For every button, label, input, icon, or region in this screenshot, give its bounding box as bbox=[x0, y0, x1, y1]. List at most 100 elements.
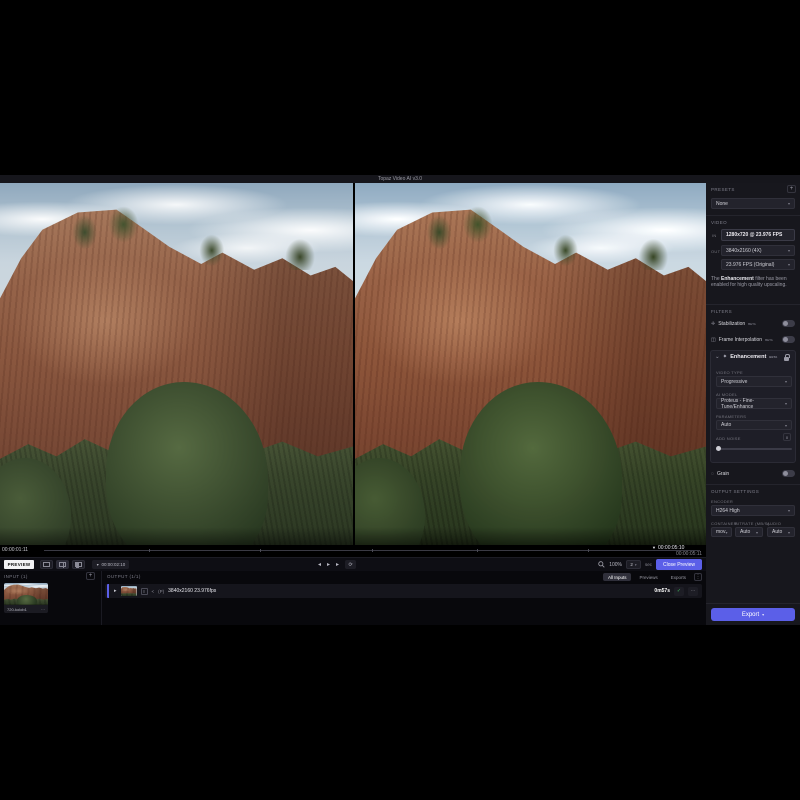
bitrate-label: BITRATE (MB/S) bbox=[735, 521, 769, 526]
timeline-track[interactable] bbox=[44, 550, 700, 551]
preview-marker: (P) bbox=[158, 589, 164, 594]
chevron-down-icon: ▾ bbox=[785, 423, 787, 428]
grain-toggle[interactable] bbox=[782, 470, 795, 477]
preview-button[interactable]: PREVIEW bbox=[4, 560, 34, 569]
tab-exports[interactable]: Exports bbox=[666, 573, 691, 581]
add-input-button[interactable]: + bbox=[86, 572, 95, 580]
transport-right-controls: 100% 2 ▾ sec Close Preview bbox=[598, 559, 702, 570]
out-label: OUT bbox=[711, 249, 720, 254]
add-preset-button[interactable]: + bbox=[787, 185, 796, 193]
ridge-vegetation bbox=[355, 205, 706, 270]
resolution-select[interactable]: 3840x2160 (4X) ▾ bbox=[721, 245, 795, 256]
video-frame-preview bbox=[355, 183, 706, 545]
playhead-icon: ▼ bbox=[652, 545, 656, 551]
tab-all-inputs[interactable]: All Inputs bbox=[603, 573, 632, 581]
transport-bar: PREVIEW ▼ 00:00:02:10 ◂ ▸ ▸ ⟳ 100% 2 ▾ s… bbox=[0, 557, 706, 571]
toggle-knob bbox=[783, 471, 788, 476]
kebab-menu-icon[interactable]: ⋮ bbox=[694, 573, 702, 581]
video-pane-preview[interactable] bbox=[355, 183, 706, 545]
parameters-select[interactable]: Auto ▾ bbox=[716, 420, 792, 430]
source-info[interactable]: 1280x720 @ 23.976 FPS bbox=[721, 229, 795, 241]
grain-icon: ◌ bbox=[711, 471, 714, 477]
chevron-down-icon: ▾ bbox=[635, 563, 637, 567]
input-clip-card[interactable]: 720-kolob1 ⋯ bbox=[4, 583, 48, 613]
framerate-select[interactable]: 23.976 FPS (Original) ▾ bbox=[721, 259, 795, 270]
zoom-icon[interactable] bbox=[598, 561, 605, 568]
toggle-knob bbox=[783, 321, 788, 326]
tab-previews[interactable]: Previews bbox=[634, 573, 662, 581]
stabilization-toggle[interactable] bbox=[782, 320, 795, 327]
stabilization-icon: ✛ bbox=[711, 321, 715, 327]
preview-duration-select[interactable]: 2 ▾ bbox=[626, 560, 641, 569]
row-expander-icon[interactable]: ▸ bbox=[114, 588, 117, 594]
divider bbox=[706, 484, 800, 485]
output-row[interactable]: ▸ ≡ < (P) 3840x2160 23.976fps 0m57s ✓ ⋯ bbox=[105, 584, 702, 598]
resolution-value: 3840x2160 (4X) bbox=[726, 248, 762, 254]
container-select[interactable]: mov ▾ bbox=[711, 527, 732, 537]
video-pane-original[interactable] bbox=[0, 183, 353, 545]
parameters-value: Auto bbox=[721, 422, 731, 428]
bitrate-value: Auto bbox=[740, 529, 750, 535]
encoder-select[interactable]: H264 High ▾ bbox=[711, 505, 795, 516]
collapse-chevron-icon[interactable]: ⌄ bbox=[715, 354, 720, 360]
view-mode-split-button[interactable] bbox=[56, 560, 69, 569]
marker-down-icon: ▼ bbox=[96, 563, 99, 567]
loop-button[interactable]: ⟳ bbox=[345, 560, 356, 569]
encoder-value: H264 High bbox=[716, 508, 740, 514]
ai-model-select[interactable]: Proteus - Fine-Tune/Enhance ▾ bbox=[716, 398, 792, 409]
trim-time-chip[interactable]: ▼ 00:00:02:10 bbox=[92, 560, 129, 569]
enhancement-title: Enhancement bbox=[730, 354, 766, 360]
slider-thumb[interactable] bbox=[716, 446, 721, 451]
video-frame-original bbox=[0, 183, 353, 545]
enhancement-icon: ✦ bbox=[723, 354, 728, 360]
timeline-tick bbox=[260, 549, 261, 552]
clip-name: 720-kolob1 bbox=[7, 607, 27, 612]
play-button[interactable]: ▸ bbox=[327, 561, 330, 568]
chevron-down-icon: ▾ bbox=[756, 530, 758, 535]
video-type-label: VIDEO TYPE bbox=[716, 370, 743, 375]
container-value: mov bbox=[716, 529, 725, 535]
row-menu-icon[interactable]: ⋯ bbox=[688, 587, 698, 596]
zoom-level[interactable]: 100% bbox=[609, 562, 622, 568]
timeline[interactable]: 00:00:01:11 ▼ 00:00:05:10 00:00:05:11 bbox=[0, 545, 706, 557]
foreground-tree bbox=[17, 595, 37, 605]
frame-interpolation-icon: ◫ bbox=[711, 337, 716, 343]
preview-duration-value: 2 bbox=[630, 562, 633, 567]
input-clip-thumbnail bbox=[4, 583, 48, 605]
clip-menu-icon[interactable]: ⋯ bbox=[41, 607, 45, 612]
bitrate-select[interactable]: Auto ▾ bbox=[735, 527, 763, 537]
chevron-down-icon: ▾ bbox=[785, 401, 787, 406]
divider bbox=[706, 603, 800, 604]
preset-select[interactable]: None ▾ bbox=[711, 198, 795, 209]
export-button[interactable]: Export ▾ bbox=[711, 608, 795, 621]
close-preview-button[interactable]: Close Preview bbox=[656, 559, 702, 570]
add-noise-value-box[interactable]: 0 bbox=[783, 433, 791, 441]
add-noise-slider[interactable] bbox=[716, 448, 792, 450]
frame-interpolation-toggle[interactable] bbox=[782, 336, 795, 343]
app-window: Topaz Video AI v3.0 PRESETS + None ▾ bbox=[0, 175, 800, 625]
chevron-down-icon: ▾ bbox=[785, 379, 787, 384]
add-noise-label: ADD NOISE bbox=[716, 436, 741, 441]
next-frame-button[interactable]: ▸ bbox=[336, 561, 339, 568]
trim-timecode: 00:00:02:10 bbox=[101, 562, 125, 567]
video-type-select[interactable]: Progressive ▾ bbox=[716, 376, 792, 387]
enhancement-note: The Enhancement filter has been enabled … bbox=[711, 276, 795, 288]
filter-badge-icon: ≡ bbox=[141, 588, 148, 595]
audio-select[interactable]: Auto ▾ bbox=[767, 527, 795, 537]
view-mode-side-by-side-button[interactable] bbox=[72, 560, 85, 569]
divider bbox=[706, 215, 800, 216]
timeline-tick bbox=[372, 549, 373, 552]
previous-frame-button[interactable]: ◂ bbox=[318, 561, 321, 568]
ai-model-label: AI MODEL bbox=[716, 392, 738, 397]
output-duration: 0m57s bbox=[654, 588, 670, 594]
chevron-down-icon: ▾ bbox=[788, 530, 790, 535]
audio-value: Auto bbox=[772, 529, 782, 535]
beta-tag: BETA bbox=[769, 355, 777, 359]
encoder-label: ENCODER bbox=[711, 499, 733, 504]
view-mode-single-button[interactable] bbox=[40, 560, 53, 569]
enhancement-card-header[interactable]: ⌄ ✦ Enhancement BETA bbox=[715, 354, 777, 360]
view-side-by-side-icon bbox=[75, 562, 82, 567]
chevron-down-icon: ▾ bbox=[788, 508, 790, 513]
output-tabs: All Inputs Previews Exports ⋮ bbox=[603, 573, 702, 581]
chevron-down-icon: ▾ bbox=[725, 530, 727, 535]
